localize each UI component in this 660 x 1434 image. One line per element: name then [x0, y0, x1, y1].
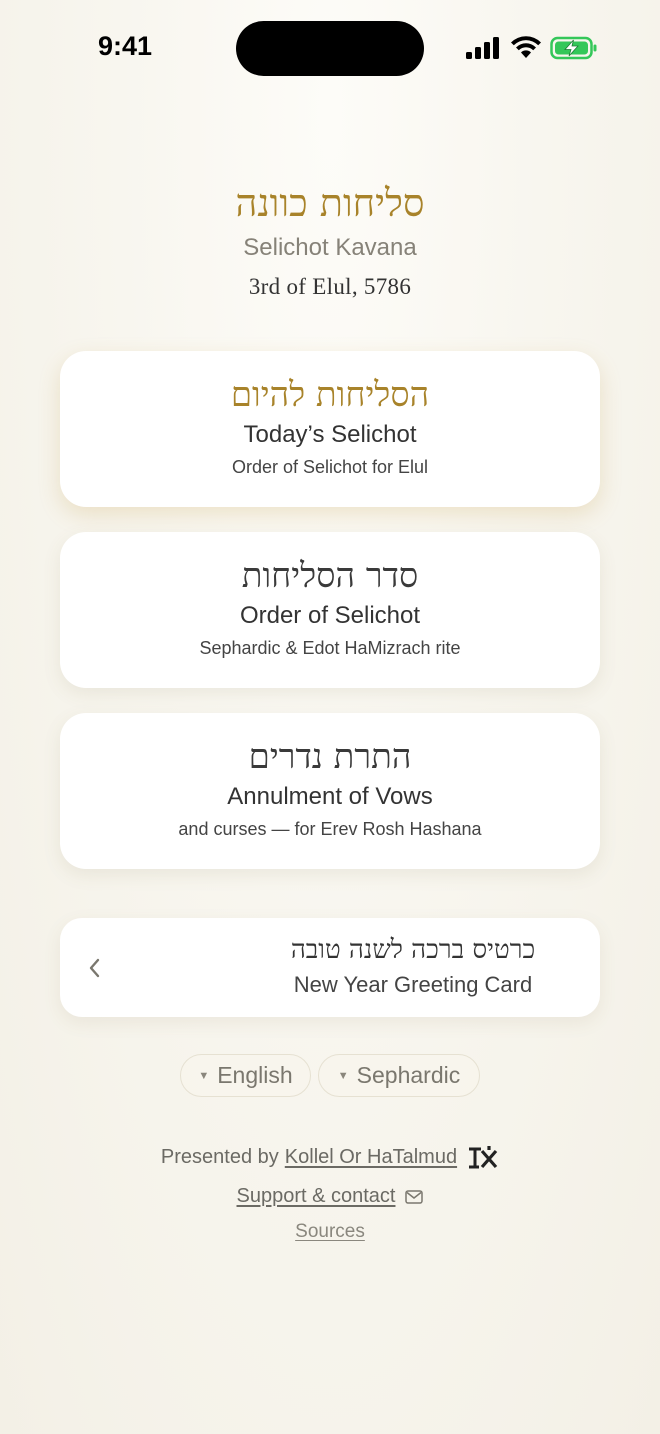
- rite-selector[interactable]: ▼ Sephardic: [318, 1054, 480, 1097]
- dynamic-island: [236, 21, 424, 76]
- card-annulment-of-vows[interactable]: התרת נדרים Annulment of Vows and curses …: [60, 713, 600, 869]
- card-subtitle: Order of Selichot for Elul: [231, 457, 429, 477]
- dropdown-triangle-icon: ▼: [337, 1069, 349, 1082]
- cellular-signal-icon: [466, 37, 499, 59]
- status-time: 9:41: [98, 31, 153, 61]
- app-title-hebrew: סליחות כוונה: [235, 181, 425, 225]
- greeting-card-button[interactable]: כרטיס ברכה לשנה טובה New Year Greeting C…: [60, 918, 600, 1017]
- presented-by-label: Presented by: [160, 1145, 279, 1168]
- language-selector-value: English: [217, 1062, 293, 1088]
- mail-icon[interactable]: [405, 1189, 424, 1204]
- kollel-link[interactable]: Kollel Or HaTalmud: [285, 1146, 457, 1169]
- status-icons: [466, 34, 598, 62]
- wifi-icon: [511, 36, 541, 58]
- kollel-logo-mark: [469, 1146, 498, 1169]
- card-title-hebrew: סדר הסליחות: [241, 556, 419, 596]
- kollel-logo: [467, 1145, 499, 1169]
- support-contact-link[interactable]: Support & contact: [237, 1185, 396, 1208]
- card-order-of-selichot[interactable]: סדר הסליחות Order of Selichot Sephardic …: [60, 532, 600, 688]
- greeting-card-title-english: New Year Greeting Card: [293, 972, 533, 997]
- card-subtitle: Sephardic & Edot HaMizrach rite: [199, 638, 461, 658]
- card-title-english: Annulment of Vows: [227, 783, 433, 810]
- chevron-left-icon: [89, 958, 100, 978]
- card-title-english: Order of Selichot: [239, 602, 421, 629]
- card-title-english: Today’s Selichot: [243, 421, 417, 448]
- card-todays-selichot[interactable]: הסליחות להיום Today’s Selichot Order of …: [60, 351, 600, 507]
- app-title-english: Selichot Kavana: [243, 234, 417, 261]
- status-bar: 9:41: [0, 0, 660, 96]
- greeting-card-title-hebrew: כרטיס ברכה לשנה טובה: [290, 935, 536, 965]
- greeting-card-texts: כרטיס ברכה לשנה טובה New Year Greeting C…: [220, 934, 606, 998]
- rite-selector-value: Sephardic: [356, 1062, 461, 1088]
- card-subtitle: and curses — for Erev Rosh Hashana: [178, 819, 482, 839]
- support-line: Support & contact: [0, 1185, 660, 1208]
- dropdown-triangle-icon: ▼: [198, 1069, 210, 1082]
- sources-link[interactable]: Sources: [295, 1221, 365, 1242]
- page-header: סליחות כוונה Selichot Kavana 3rd of Elul…: [0, 178, 660, 300]
- card-title-hebrew: הסליחות להיום: [230, 375, 430, 415]
- presented-by-line: Presented by Kollel Or HaTalmud: [0, 1145, 660, 1169]
- hebrew-date: 3rd of Elul, 5786: [248, 274, 412, 299]
- sources-line: Sources: [0, 1221, 660, 1243]
- battery-charging-icon: [550, 36, 597, 60]
- language-selector[interactable]: ▼ English: [180, 1054, 311, 1097]
- card-title-hebrew: התרת נדרים: [248, 737, 412, 777]
